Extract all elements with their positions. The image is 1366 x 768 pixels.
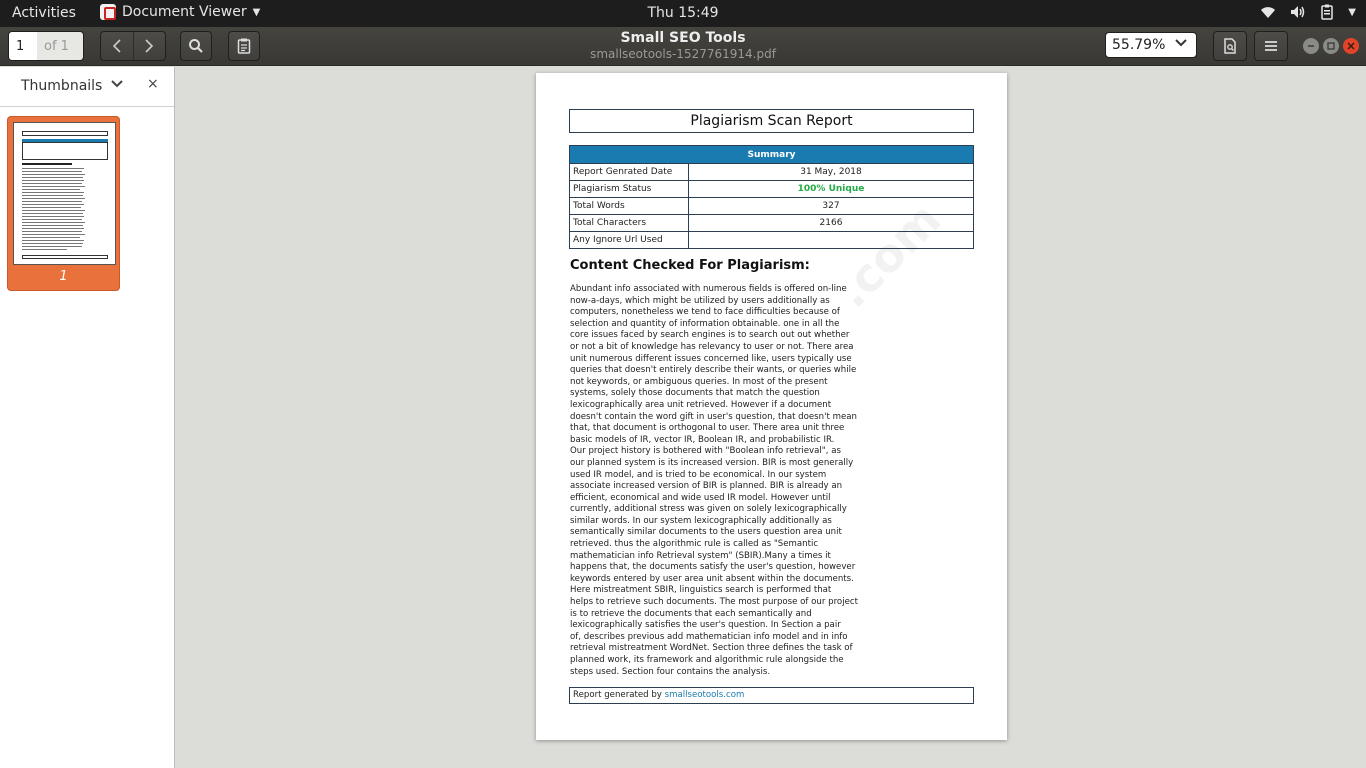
minimize-button[interactable]	[1303, 38, 1319, 54]
volume-icon	[1291, 6, 1305, 18]
zoom-selector[interactable]: 55.79%	[1105, 32, 1197, 58]
report-footer: Report generated by smallseotools.com	[569, 687, 974, 704]
app-menu[interactable]: Document Viewer ▼	[100, 4, 260, 20]
row-label: Plagiarism Status	[569, 180, 689, 198]
document-search-icon	[1224, 38, 1236, 54]
chevron-down-icon[interactable]	[110, 79, 124, 89]
thumbnail-page-number: 1	[59, 269, 68, 284]
thumbnail-page-preview	[13, 122, 116, 265]
app-menu-label: Document Viewer	[122, 4, 247, 20]
sidebar-mode-label[interactable]: Thumbnails	[21, 78, 102, 94]
clock[interactable]: Thu 15:49	[647, 5, 718, 21]
table-row: Report Genrated Date 31 May, 2018	[569, 163, 974, 181]
row-label: Any Ignore Url Used	[569, 231, 689, 249]
report-title: Plagiarism Scan Report	[569, 109, 974, 133]
row-value: 327	[688, 197, 974, 215]
table-row: Total Characters 2166	[569, 214, 974, 232]
row-value	[688, 231, 974, 249]
footer-link[interactable]: smallseotools.com	[665, 690, 745, 700]
maximize-icon	[1327, 42, 1335, 50]
table-row: Total Words 327	[569, 197, 974, 215]
top-bar: Activities Document Viewer ▼ Thu 15:49 ▼	[0, 0, 1366, 27]
chevron-down-icon	[1175, 39, 1187, 47]
table-row: Any Ignore Url Used	[569, 231, 974, 249]
activities-button[interactable]: Activities	[12, 5, 76, 21]
main-menu-button[interactable]	[1254, 31, 1288, 61]
row-value: 31 May, 2018	[688, 163, 974, 181]
footer-prefix: Report generated by	[573, 690, 665, 700]
row-value: 2166	[688, 214, 974, 232]
sidebar: Thumbnails × 1	[0, 67, 175, 768]
header-bar: 1 of 1 Small SEO Tools smallseotools-152…	[0, 27, 1366, 66]
summary-table: Summary Report Genrated Date 31 May, 201…	[569, 145, 974, 249]
document-properties-button[interactable]	[1213, 31, 1247, 61]
row-label: Total Words	[569, 197, 689, 215]
close-window-button[interactable]	[1343, 38, 1359, 54]
table-row: Plagiarism Status 100% Unique	[569, 180, 974, 198]
document-page[interactable]: .com Plagiarism Scan Report Summary Repo…	[536, 73, 1007, 740]
zoom-value: 55.79%	[1112, 37, 1166, 53]
row-label: Total Characters	[569, 214, 689, 232]
minimize-icon	[1308, 45, 1314, 47]
system-tray[interactable]: ▼	[1260, 4, 1356, 20]
wifi-icon	[1261, 7, 1276, 18]
document-viewer-icon	[100, 4, 116, 20]
row-label: Report Genrated Date	[569, 163, 689, 181]
content-body: Abundant info associated with numerous f…	[570, 284, 858, 677]
hamburger-menu-icon	[1265, 41, 1277, 51]
maximize-button[interactable]	[1323, 38, 1339, 54]
summary-header: Summary	[569, 145, 974, 164]
caret-down-icon: ▼	[252, 6, 261, 18]
close-sidebar-button[interactable]: ×	[147, 76, 159, 92]
close-icon	[1347, 42, 1355, 50]
sidebar-header: Thumbnails ×	[0, 67, 174, 107]
plagiarism-status-value: 100% Unique	[688, 180, 974, 198]
content-heading: Content Checked For Plagiarism:	[570, 258, 810, 273]
thumbnail-page-1[interactable]: 1	[7, 116, 120, 291]
system-menu-caret-icon: ▼	[1348, 6, 1356, 18]
battery-clipboard-icon	[1321, 4, 1334, 20]
